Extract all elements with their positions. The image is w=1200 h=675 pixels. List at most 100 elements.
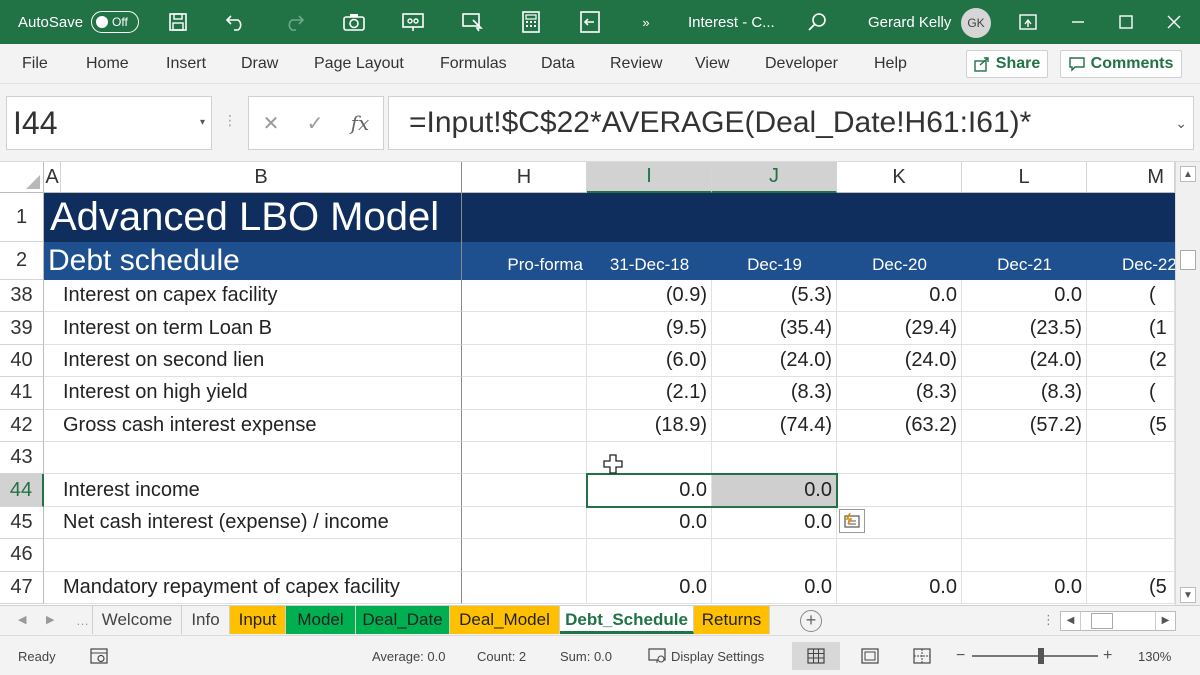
scrollbar-thumb[interactable]	[1180, 250, 1196, 270]
name-box[interactable]: I44 ▾	[6, 96, 212, 150]
cell-j[interactable]: (24.0)	[712, 344, 837, 378]
cell-m[interactable]: (2	[1087, 344, 1175, 378]
scroll-right-icon[interactable]: ▶	[1155, 612, 1175, 630]
cell-m[interactable]	[1087, 506, 1175, 540]
period-header-dec-18[interactable]: 31-Dec-18	[587, 242, 712, 280]
zoom-slider-knob[interactable]	[1038, 648, 1044, 664]
row-header[interactable]: 38	[0, 280, 44, 313]
cell-i[interactable]: 0.0	[587, 506, 712, 540]
cell-j[interactable]: 0.0	[712, 571, 837, 604]
zoom-out-icon[interactable]: −	[956, 636, 965, 675]
cell-l[interactable]	[962, 506, 1087, 540]
cell-j[interactable]: 0.0	[712, 474, 837, 507]
sheet-tab-input[interactable]: Input	[230, 606, 286, 634]
period-header-dec-21[interactable]: Dec-21	[962, 242, 1087, 280]
cell-h[interactable]	[462, 474, 587, 507]
presentation-icon[interactable]	[393, 0, 433, 44]
status-average[interactable]: Average: 0.0	[372, 636, 445, 675]
banner-fill[interactable]	[462, 193, 1175, 242]
more-sheets-icon[interactable]: …	[76, 613, 89, 628]
cell-j[interactable]: 0.0	[712, 506, 837, 540]
cell-k[interactable]: (8.3)	[837, 377, 962, 410]
status-sum[interactable]: Sum: 0.0	[560, 636, 612, 675]
status-count[interactable]: Count: 2	[477, 636, 526, 675]
tab-split-grip-icon[interactable]: ⋮	[1042, 612, 1055, 628]
comments-button[interactable]: Comments	[1060, 50, 1182, 78]
user-name[interactable]: Gerard Kelly	[868, 0, 951, 44]
cell-i[interactable]: 0.0	[587, 571, 712, 604]
cell-m[interactable]: (	[1087, 377, 1175, 410]
sheet-tab-deal-date[interactable]: Deal_Date	[356, 606, 450, 634]
cell-h[interactable]	[462, 280, 587, 313]
cell-l[interactable]	[962, 474, 1087, 507]
redo-icon[interactable]	[274, 0, 314, 44]
macro-record-icon[interactable]	[90, 636, 108, 675]
row-label[interactable]: Interest on capex facility	[44, 280, 462, 313]
tab-view[interactable]: View	[695, 44, 729, 84]
cell-l[interactable]: 0.0	[962, 280, 1087, 313]
cell-l[interactable]: (23.5)	[962, 312, 1087, 345]
row-header[interactable]: 47	[0, 571, 44, 604]
cell-h[interactable]	[462, 312, 587, 345]
horizontal-scroll-thumb[interactable]	[1091, 613, 1113, 629]
row-header[interactable]: 43	[0, 442, 44, 475]
tab-help[interactable]: Help	[874, 44, 907, 84]
search-icon[interactable]	[797, 0, 837, 44]
chevron-down-icon[interactable]: ▾	[200, 97, 205, 149]
cell-m[interactable]: (5	[1087, 409, 1175, 442]
cell-i[interactable]: (0.9)	[587, 280, 712, 313]
row-label[interactable]: Interest on term Loan B	[44, 312, 462, 345]
export-icon[interactable]	[570, 0, 610, 44]
tab-draw[interactable]: Draw	[241, 44, 278, 84]
share-button[interactable]: Share	[966, 50, 1048, 78]
new-sheet-icon[interactable]: +	[800, 610, 822, 632]
touch-mode-icon[interactable]	[453, 0, 493, 44]
formula-input[interactable]: =Input!$C$22*AVERAGE(Deal_Date!H61:I61)*…	[388, 96, 1194, 150]
zoom-level[interactable]: 130%	[1138, 636, 1171, 675]
tab-review[interactable]: Review	[610, 44, 662, 84]
enter-icon[interactable]: ✓	[307, 111, 324, 136]
cell-m[interactable]	[1087, 474, 1175, 507]
row-label[interactable]: Gross cash interest expense	[44, 409, 462, 442]
cell-l[interactable]: (24.0)	[962, 344, 1087, 378]
row-header[interactable]: 42	[0, 409, 44, 442]
period-header-dec-22[interactable]: Dec-22	[1087, 242, 1175, 280]
cell-h[interactable]	[462, 442, 587, 475]
row-header[interactable]: 39	[0, 312, 44, 345]
zoom-slider[interactable]	[972, 648, 1098, 664]
column-header-i[interactable]: I	[587, 162, 712, 193]
camera-icon[interactable]	[334, 0, 374, 44]
formula-bar-grip-icon[interactable]: ⋮	[223, 112, 237, 129]
tab-developer[interactable]: Developer	[765, 44, 838, 84]
period-header-dec-20[interactable]: Dec-20	[837, 242, 962, 280]
autosave-toggle[interactable]: Off	[90, 0, 140, 44]
cancel-icon[interactable]: ✕	[263, 111, 280, 136]
row-header[interactable]: 2	[0, 242, 44, 280]
cell-m[interactable]	[1087, 442, 1175, 475]
column-header-k[interactable]: K	[837, 162, 962, 193]
minimize-icon[interactable]	[1058, 0, 1098, 44]
column-header-b[interactable]: B	[61, 162, 462, 193]
zoom-in-icon[interactable]: +	[1103, 636, 1112, 675]
row-header[interactable]: 45	[0, 506, 44, 540]
tab-data[interactable]: Data	[541, 44, 575, 84]
calculator-icon[interactable]	[511, 0, 551, 44]
row-label[interactable]: Interest income	[44, 474, 462, 507]
tab-home[interactable]: Home	[86, 44, 129, 84]
column-header-h[interactable]: H	[462, 162, 587, 193]
column-header-j[interactable]: J	[712, 162, 837, 193]
tab-formulas[interactable]: Formulas	[440, 44, 507, 84]
sheet-tab-model[interactable]: Model	[286, 606, 356, 634]
page-layout-view-icon[interactable]	[846, 642, 894, 670]
cell-i[interactable]: (6.0)	[587, 344, 712, 378]
column-header-l[interactable]: L	[962, 162, 1087, 193]
cell-l[interactable]: 0.0	[962, 571, 1087, 604]
row-label[interactable]	[44, 539, 462, 572]
cell-k[interactable]: (24.0)	[837, 344, 962, 378]
sheet-subtitle[interactable]: Debt schedule	[44, 242, 462, 280]
tab-page-layout[interactable]: Page Layout	[314, 44, 404, 84]
avatar[interactable]: GK	[961, 8, 991, 38]
row-label[interactable]: Interest on second lien	[44, 344, 462, 378]
column-header-a[interactable]: A	[44, 162, 61, 193]
maximize-icon[interactable]	[1106, 0, 1146, 44]
